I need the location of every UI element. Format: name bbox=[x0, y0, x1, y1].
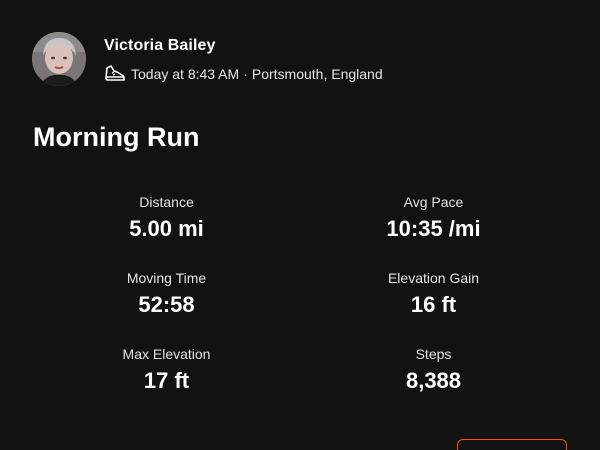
stat-label: Steps bbox=[415, 346, 452, 362]
stats-row: Moving Time 52:58 Elevation Gain 16 ft bbox=[33, 269, 567, 345]
running-shoe-icon bbox=[104, 64, 126, 84]
stats-row: Max Elevation 17 ft Steps 8,388 bbox=[33, 345, 567, 421]
athlete-name[interactable]: Victoria Bailey bbox=[104, 37, 383, 55]
stat-moving-time: Moving Time 52:58 bbox=[33, 269, 300, 345]
activity-title: Morning Run bbox=[33, 122, 200, 152]
stat-max-elevation: Max Elevation 17 ft bbox=[33, 345, 300, 421]
stat-steps: Steps 8,388 bbox=[300, 345, 567, 421]
activity-detail-page: Victoria Bailey Today at 8:43 AM · Ports… bbox=[0, 0, 600, 450]
action-button[interactable] bbox=[457, 439, 567, 450]
stat-label: Avg Pace bbox=[403, 194, 464, 210]
meta-separator: · bbox=[243, 66, 248, 82]
stat-value: 8,388 bbox=[405, 368, 462, 393]
avatar-photo bbox=[32, 32, 86, 86]
stat-label: Moving Time bbox=[126, 270, 207, 286]
stat-label: Elevation Gain bbox=[387, 270, 480, 286]
athlete-info: Victoria Bailey Today at 8:43 AM · Ports… bbox=[104, 37, 383, 84]
stat-value: 10:35 /mi bbox=[386, 216, 481, 241]
stats-row: Distance 5.00 mi Avg Pace 10:35 /mi bbox=[33, 193, 567, 269]
stat-value: 52:58 bbox=[138, 292, 195, 317]
activity-location: Portsmouth, England bbox=[251, 66, 383, 82]
stat-value: 5.00 mi bbox=[129, 216, 204, 241]
stat-value: 17 ft bbox=[143, 368, 190, 393]
stat-label: Max Elevation bbox=[122, 346, 211, 362]
stat-elevation-gain: Elevation Gain 16 ft bbox=[300, 269, 567, 345]
activity-datetime: Today at 8:43 AM bbox=[131, 66, 240, 82]
stat-label: Distance bbox=[139, 194, 194, 210]
avatar[interactable] bbox=[32, 32, 86, 86]
stat-avg-pace: Avg Pace 10:35 /mi bbox=[300, 193, 567, 269]
stat-value: 16 ft bbox=[410, 292, 457, 317]
stat-distance: Distance 5.00 mi bbox=[33, 193, 300, 269]
activity-meta: Today at 8:43 AM · Portsmouth, England bbox=[104, 64, 383, 84]
stats-grid: Distance 5.00 mi Avg Pace 10:35 /mi Movi… bbox=[33, 193, 567, 421]
activity-header: Victoria Bailey Today at 8:43 AM · Ports… bbox=[32, 32, 383, 86]
